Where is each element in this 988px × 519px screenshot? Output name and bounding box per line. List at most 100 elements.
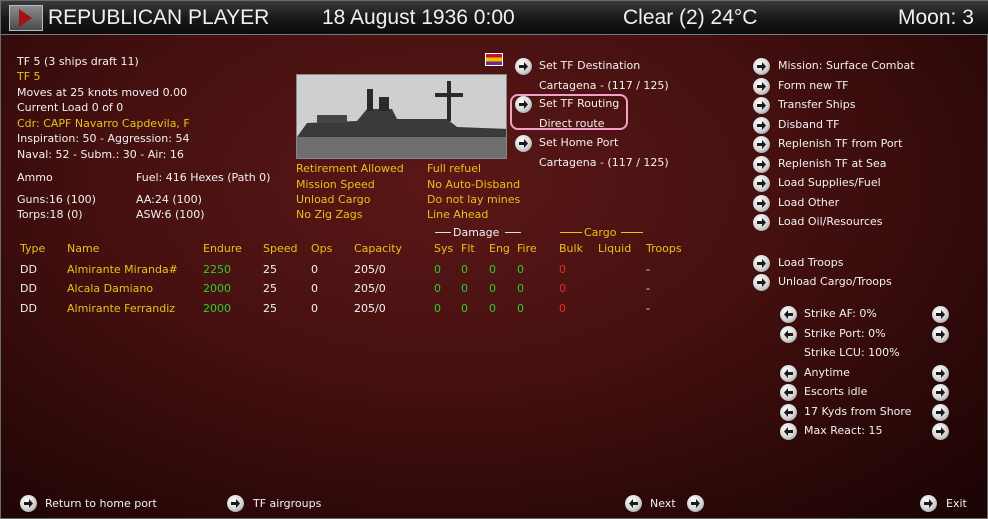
cell-troops: - — [646, 263, 650, 276]
strike-port-setting: Strike Port: 0% — [804, 327, 886, 340]
arrow-right-icon[interactable] — [932, 306, 949, 323]
replenish-sea-button[interactable]: Replenish TF at Sea — [778, 157, 887, 170]
tf-airgroups-button[interactable]: TF airgroups — [253, 497, 321, 510]
col-endure[interactable]: Endure — [203, 242, 242, 255]
replenish-port-button[interactable]: Replenish TF from Port — [778, 137, 902, 150]
arrow-left-icon[interactable] — [780, 306, 797, 323]
guns-ammo: Guns:16 (100) — [17, 193, 96, 206]
set-destination-button[interactable]: Set TF Destination — [539, 59, 640, 72]
option-mines[interactable]: Do not lay mines — [427, 193, 520, 206]
col-ops[interactable]: Ops — [311, 242, 332, 255]
date-time: 18 August 1936 0:00 — [322, 6, 515, 29]
load-supplies-button[interactable]: Load Supplies/Fuel — [778, 176, 881, 189]
cell-sys: 0 — [434, 282, 441, 295]
option-unload[interactable]: Unload Cargo — [296, 193, 371, 206]
arrow-left-icon[interactable] — [780, 365, 797, 382]
arrow-right-icon[interactable] — [753, 117, 770, 134]
header-bar: REPUBLICAN PLAYER 18 August 1936 0:00 Cl… — [1, 1, 988, 35]
arrow-right-icon[interactable] — [753, 175, 770, 192]
cell-flt: 0 — [461, 302, 468, 315]
col-fire[interactable]: Fire — [517, 242, 537, 255]
flag-icon — [485, 53, 503, 66]
col-eng[interactable]: Eng — [489, 242, 510, 255]
arrow-right-icon[interactable] — [20, 495, 37, 512]
arrow-right-icon[interactable] — [753, 195, 770, 212]
load-oil-button[interactable]: Load Oil/Resources — [778, 215, 883, 228]
col-capacity[interactable]: Capacity — [354, 242, 402, 255]
cell-eng: 0 — [489, 263, 496, 276]
cargo-rule-left — [560, 232, 582, 233]
option-refuel[interactable]: Full refuel — [427, 162, 481, 175]
menu-button[interactable] — [9, 5, 43, 31]
option-zigzag[interactable]: No Zig Zags — [296, 208, 363, 221]
col-flt[interactable]: Flt — [461, 242, 475, 255]
arrow-right-icon[interactable] — [932, 326, 949, 343]
next-button[interactable]: Next — [650, 497, 676, 510]
return-home-button[interactable]: Return to home port — [45, 497, 157, 510]
cell-flt: 0 — [461, 282, 468, 295]
arrow-right-icon[interactable] — [227, 495, 244, 512]
option-speed[interactable]: Mission Speed — [296, 178, 375, 191]
arrow-right-icon[interactable] — [753, 97, 770, 114]
cell-name[interactable]: Almirante Ferrandiz — [67, 302, 175, 315]
ammo-label: Ammo — [17, 171, 53, 184]
arrow-left-icon[interactable] — [780, 384, 797, 401]
arrow-right-icon[interactable] — [753, 136, 770, 153]
arrow-left-icon[interactable] — [625, 495, 642, 512]
cell-speed: 25 — [263, 302, 277, 315]
weather: Clear (2) 24°C — [623, 6, 758, 29]
arrow-right-icon[interactable] — [753, 255, 770, 272]
load-troops-button[interactable]: Load Troops — [778, 256, 843, 269]
strike-af-setting: Strike AF: 0% — [804, 307, 877, 320]
arrow-right-icon[interactable] — [920, 495, 937, 512]
tf-commander[interactable]: Cdr: CAPF Navarro Capdevila, F — [17, 117, 190, 130]
arrow-right-icon[interactable] — [753, 214, 770, 231]
arrow-right-icon[interactable] — [515, 58, 532, 75]
load-other-button[interactable]: Load Other — [778, 196, 839, 209]
tf-load: Current Load 0 of 0 — [17, 101, 124, 114]
unload-cargo-button[interactable]: Unload Cargo/Troops — [778, 275, 892, 288]
cell-bulk: 0 — [559, 263, 566, 276]
home-port-value: Cartagena - (117 / 125) — [539, 156, 669, 169]
col-name[interactable]: Name — [67, 242, 99, 255]
arrow-right-icon[interactable] — [753, 274, 770, 291]
exit-button[interactable]: Exit — [946, 497, 967, 510]
arrow-right-icon[interactable] — [687, 495, 704, 512]
arrow-right-icon[interactable] — [515, 135, 532, 152]
disband-tf-button[interactable]: Disband TF — [778, 118, 839, 131]
torps-ammo: Torps:18 (0) — [17, 208, 83, 221]
col-bulk[interactable]: Bulk — [559, 242, 583, 255]
cell-name[interactable]: Almirante Miranda# — [67, 263, 178, 276]
transfer-ships-button[interactable]: Transfer Ships — [778, 98, 855, 111]
arrow-right-icon[interactable] — [932, 423, 949, 440]
arrow-right-icon[interactable] — [932, 384, 949, 401]
option-retirement[interactable]: Retirement Allowed — [296, 162, 404, 175]
asw-ammo: ASW:6 (100) — [136, 208, 205, 221]
cell-eng: 0 — [489, 282, 496, 295]
arrow-left-icon[interactable] — [780, 326, 797, 343]
option-formation[interactable]: Line Ahead — [427, 208, 488, 221]
arrow-right-icon[interactable] — [753, 78, 770, 95]
cell-endure: 2000 — [203, 282, 231, 295]
arrow-left-icon[interactable] — [780, 423, 797, 440]
col-sys[interactable]: Sys — [434, 242, 453, 255]
form-tf-button[interactable]: Form new TF — [778, 79, 849, 92]
col-liquid[interactable]: Liquid — [598, 242, 631, 255]
cell-flt: 0 — [461, 263, 468, 276]
cell-speed: 25 — [263, 263, 277, 276]
set-home-port-button[interactable]: Set Home Port — [539, 136, 618, 149]
cell-troops: - — [646, 302, 650, 315]
cell-name[interactable]: Alcala Damiano — [67, 282, 153, 295]
arrow-left-icon[interactable] — [780, 404, 797, 421]
col-speed[interactable]: Speed — [263, 242, 297, 255]
arrow-right-icon[interactable] — [753, 156, 770, 173]
option-disband[interactable]: No Auto-Disband — [427, 178, 520, 191]
col-troops[interactable]: Troops — [646, 242, 682, 255]
cargo-group-header: Cargo — [584, 226, 617, 239]
col-type[interactable]: Type — [20, 242, 45, 255]
mission-button[interactable]: Mission: Surface Combat — [778, 59, 915, 72]
cell-ops: 0 — [311, 282, 318, 295]
arrow-right-icon[interactable] — [932, 365, 949, 382]
arrow-right-icon[interactable] — [753, 58, 770, 75]
arrow-right-icon[interactable] — [932, 404, 949, 421]
